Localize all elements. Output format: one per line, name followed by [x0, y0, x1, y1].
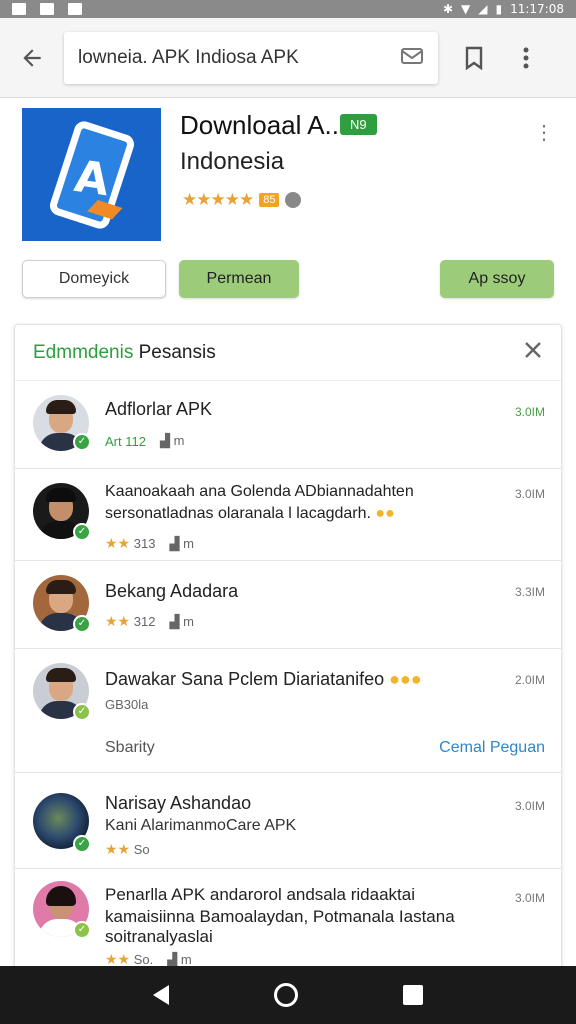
list-item[interactable]: ✓ Narisay Ashandao Kani AlarimanmoCare A… — [15, 773, 561, 869]
item-meta: ★★ 312 ▟ m — [105, 613, 194, 629]
top-toolbar — [0, 18, 576, 98]
domeyick-button[interactable]: Domeyick — [22, 260, 166, 298]
status-icons: ✱ ▼ ◢ ▮ 11:17:08 — [443, 2, 564, 16]
bluetooth-icon: ✱ — [442, 2, 454, 16]
verified-check-icon: ✓ — [73, 523, 91, 541]
search-box[interactable] — [64, 31, 438, 84]
nav-back-icon[interactable] — [152, 985, 169, 1005]
download-icon: ▟ — [167, 951, 178, 967]
emoji-icons: ●●● — [389, 669, 422, 689]
item-title: Kaanoakaah ana Golenda ADbiannadahten — [105, 483, 414, 500]
item-size: 3.0IM — [514, 405, 545, 419]
rating-pill: 85 — [259, 193, 280, 207]
app-subtitle: Indonesia — [180, 148, 285, 175]
app-badge: N9 — [340, 114, 377, 135]
globe-icon — [285, 192, 302, 208]
emoji-icons: ●● — [375, 505, 395, 522]
suggestions-card: Edmmdenis Pesansis ✓ Adflorlar APK Art 1… — [14, 324, 562, 974]
notification-icon — [12, 3, 26, 15]
item-title-line2: kamaisiinna Bamoalaydan, Potmanala Iasta… — [105, 907, 455, 926]
verified-check-icon: ✓ — [73, 433, 91, 451]
card-header: Edmmdenis Pesansis — [15, 325, 561, 381]
list-item[interactable]: ✓ Bekang Adadara ★★ 312 ▟ m 3.3IM — [15, 561, 561, 649]
nav-recents-icon[interactable] — [403, 985, 424, 1005]
item-size: 2.0IM — [514, 673, 545, 687]
item-size: 3.0IM — [514, 799, 545, 813]
list-item[interactable]: ✓ Penarlla APK andarorol andsala ridaakt… — [15, 869, 561, 973]
item-meta: ★★ So — [105, 841, 150, 857]
nav-home-icon[interactable] — [273, 983, 298, 1007]
system-nav-bar — [0, 966, 576, 1024]
download-icon: ▟ — [159, 433, 170, 448]
item-title: Penarlla APK andarorol andsala ridaaktai — [105, 885, 415, 904]
item-meta: GB30la — [105, 697, 149, 712]
verified-check-icon: ✓ — [73, 615, 91, 633]
item-size: 3.0IM — [514, 487, 545, 501]
item-title: Adflorlar APK — [105, 399, 213, 419]
close-icon[interactable] — [523, 340, 543, 366]
item-title-line2: sersonatladnas olaranala l lacagdarh. ●● — [105, 505, 395, 522]
download-icon: ▟ — [169, 535, 180, 551]
item-subtitle: Kani AlarimanmoCare APK — [105, 817, 297, 834]
verified-check-icon: ✓ — [73, 703, 91, 721]
item-title: Narisay Ashandao — [105, 793, 252, 813]
app-rating: ★★★★★ 85 — [182, 190, 302, 210]
phone-logo-icon: A — [46, 118, 137, 231]
ap-ssoy-button[interactable]: Ap ssoy — [440, 260, 554, 298]
back-arrow-icon[interactable] — [12, 38, 52, 78]
list-item[interactable]: ✓ Dawakar Sana Pclem Diariatanifeo ●●● G… — [15, 649, 561, 773]
app-header: A Downloaal A... N9 Indonesia ★★★★★ 85 ⋮ — [22, 108, 554, 248]
notification-icons — [12, 3, 82, 15]
mail-notification-icon — [40, 3, 54, 15]
search-input[interactable] — [78, 46, 400, 69]
mail-icon[interactable] — [400, 44, 424, 72]
battery-icon: ▮ — [495, 2, 503, 16]
item-meta: ★★ 313 ▟ m — [105, 535, 194, 551]
signal-icon: ◢ — [478, 2, 488, 16]
download-icon: ▟ — [169, 613, 180, 629]
item-title: Dawakar Sana Pclem Diariatanifeo ●●● — [105, 669, 422, 689]
bookmark-icon[interactable] — [454, 38, 494, 78]
app-overflow-menu-icon[interactable]: ⋮ — [534, 120, 554, 145]
item-size: 3.0IM — [514, 891, 545, 905]
status-time: 11:17:08 — [510, 2, 564, 16]
verified-check-icon: ✓ — [73, 921, 91, 939]
rating-stars: ★★★★★ — [182, 190, 254, 209]
list-item[interactable]: ✓ Adflorlar APK Art 112 ▟ m 3.0IM — [15, 381, 561, 469]
list-item[interactable]: ✓ Kaanoakaah ana Golenda ADbiannadahten … — [15, 469, 561, 561]
item-size: 3.3IM — [514, 585, 545, 599]
cemal-peguan-link[interactable]: Cemal Peguan — [439, 739, 545, 757]
app-title: Downloaal A... — [180, 110, 347, 140]
overflow-menu-icon[interactable] — [506, 38, 546, 78]
verified-check-icon: ✓ — [73, 835, 91, 853]
main-content: A Downloaal A... N9 Indonesia ★★★★★ 85 ⋮… — [0, 98, 576, 974]
item-title: Bekang Adadara — [105, 581, 239, 601]
notification-icon — [68, 3, 82, 15]
wifi-icon: ▼ — [461, 2, 471, 16]
permean-button[interactable]: Permean — [179, 260, 299, 298]
card-title: Edmmdenis Pesansis — [33, 341, 216, 363]
item-meta: Art 112 ▟ m — [105, 433, 185, 449]
status-bar: ✱ ▼ ◢ ▮ 11:17:08 — [0, 0, 576, 18]
sbarity-label: Sbarity — [105, 739, 155, 756]
app-icon[interactable]: A — [22, 108, 161, 241]
item-title-line3: soitranalyaslai — [105, 927, 213, 946]
